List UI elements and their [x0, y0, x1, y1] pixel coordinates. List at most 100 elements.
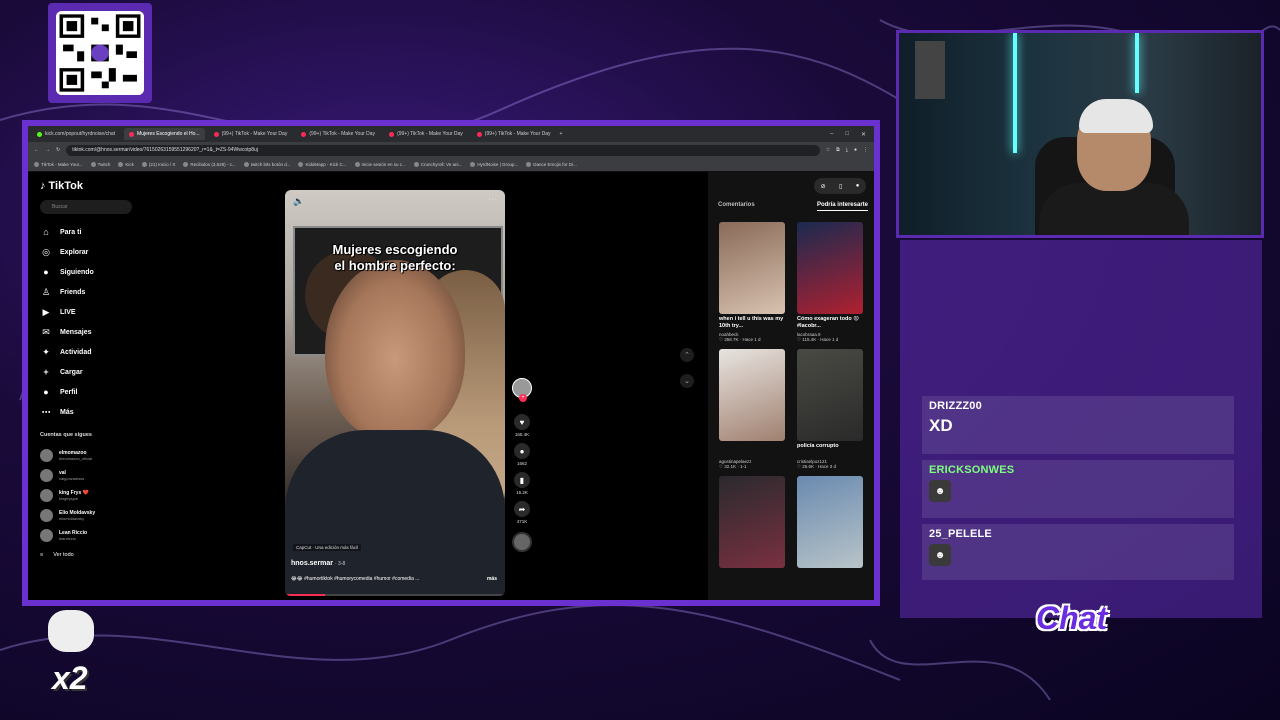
nav-item-9[interactable]: ⋯ Más: [40, 402, 94, 422]
see-all-link[interactable]: ≡ Ver todo: [40, 552, 74, 558]
nav-item-2[interactable]: ● Siguiendo: [40, 262, 94, 282]
video-author[interactable]: hnos.sermar · 3-8: [291, 560, 345, 567]
following-account[interactable]: val valgonzalesss: [40, 465, 95, 485]
account-icon[interactable]: ●: [856, 183, 860, 189]
bookmark-item[interactable]: twitch bits botón d...: [243, 162, 290, 167]
tab-tiktok-2[interactable]: (99+) TikTok - Make Your Day: [296, 128, 380, 140]
recommended-video-card[interactable]: Cómo exageran todo 😡 #lacobr... lacobraaa…: [797, 222, 867, 343]
url-field[interactable]: tiktok.com/@hnos.sermar/video/7615026315…: [66, 144, 820, 156]
recommended-video-card[interactable]: [797, 476, 867, 568]
tab-tiktok-3[interactable]: (99+) TikTok - Make Your Day: [384, 128, 468, 140]
following-account[interactable]: elmomazoo elmomazoo_oficial: [40, 445, 95, 465]
reload-icon[interactable]: ↻: [56, 147, 60, 153]
chevron-down-icon[interactable]: ⌄: [680, 374, 694, 388]
video-thumbnail[interactable]: [797, 349, 863, 441]
extensions-icon[interactable]: ⧉: [836, 147, 840, 153]
streamer-cap: [1079, 99, 1153, 133]
recommended-video-card[interactable]: policía corrupto cristianlpoz121 ♡ 26.6K ·…: [797, 349, 867, 470]
video-thumbnail[interactable]: [719, 476, 785, 568]
nav-item-3[interactable]: ♙ Friends: [40, 282, 94, 302]
save-action[interactable]: ▮ 15.2K: [514, 472, 530, 495]
video-thumbnail[interactable]: [797, 476, 863, 568]
nav-item-1[interactable]: ◎ Explorar: [40, 242, 94, 262]
tiktok-sidebar: ♪ TikTok Buscar ⌂ Para ti ◎ Explorar ● Siguien…: [36, 172, 136, 600]
recommended-video-card[interactable]: [719, 476, 789, 568]
avatar: [40, 528, 53, 542]
bookmark-item[interactable]: Kick: [118, 162, 134, 167]
video-thumbnail[interactable]: [719, 222, 785, 314]
tab-tiktok-4[interactable]: (99+) TikTok - Make Your Day: [472, 128, 556, 140]
share-action[interactable]: ➦ 471K: [514, 501, 530, 524]
like-action[interactable]: ♥ 165.4K: [514, 414, 530, 437]
bookmark-item[interactable]: Recibidos (3,628) - c...: [183, 162, 236, 167]
recommended-video-card[interactable]: agustinapelaezz ♡ 32.1K · 1-1: [719, 349, 789, 470]
video-thumbnail[interactable]: [797, 222, 863, 314]
minimize-icon[interactable]: –: [830, 131, 833, 138]
maximize-icon[interactable]: □: [845, 131, 849, 138]
close-icon[interactable]: ✕: [861, 131, 866, 138]
nav-item-4[interactable]: ▶ LIVE: [40, 302, 94, 322]
qr-code-panel: [48, 3, 152, 103]
nav-item-7[interactable]: + Cargar: [40, 362, 94, 382]
recommended-video-card[interactable]: when i tell u this was my 10th try... noa…: [719, 222, 789, 343]
following-account[interactable]: king Frys ❤️ kingfrysjoe: [40, 485, 95, 505]
star-icon[interactable]: ☆: [826, 147, 830, 153]
chevron-up-icon[interactable]: ⌃: [680, 348, 694, 362]
bookmark-item[interactable]: Kiddetapp - Kick C...: [298, 162, 347, 167]
bookmark-item[interactable]: HyrdNoise | Group...: [470, 162, 518, 167]
nav-item-0[interactable]: ⌂ Para ti: [40, 222, 94, 242]
comment-icon: ●: [514, 443, 530, 459]
video-nav-arrows: ⌃ ⌄: [680, 348, 694, 388]
tab-bar: kick.com/popout/hyrdnoise/chat Mujeres E…: [28, 126, 874, 142]
following-account[interactable]: Lean Riccio leanriccio: [40, 525, 95, 545]
chat-text: XD: [929, 416, 953, 435]
nav-item-6[interactable]: ✦ Actividad: [40, 342, 94, 362]
download-icon[interactable]: ⤓: [846, 147, 848, 153]
capcut-badge[interactable]: CapCut · Una edición más fácil: [293, 544, 362, 551]
bookmark-item[interactable]: (21) Inicio / X: [141, 162, 175, 167]
pip-icon[interactable]: ⊘: [821, 183, 826, 190]
wall-poster: [915, 41, 945, 99]
share-icon: ➦: [514, 501, 530, 517]
comment-action[interactable]: ● 1662: [514, 443, 530, 466]
tab-kick-chat[interactable]: kick.com/popout/hyrdnoise/chat: [32, 128, 120, 140]
phone-icon[interactable]: ▯: [839, 183, 842, 190]
qr-code-icon: [56, 11, 144, 95]
nav-item-8[interactable]: ● Perfil: [40, 382, 94, 402]
description-more-link[interactable]: más: [487, 576, 497, 582]
new-tab-icon[interactable]: +: [560, 131, 563, 137]
right-tabs: Comentarios Podría interesarte: [718, 202, 868, 211]
more-options-icon[interactable]: ⋯: [488, 194, 497, 205]
forward-icon[interactable]: →: [45, 147, 50, 153]
tab-comentarios[interactable]: Comentarios: [718, 202, 755, 211]
tab-tiktok-1[interactable]: (99+) TikTok - Make Your Day: [209, 128, 293, 140]
right-panel: ⊘ ▯ ● Comentarios Podría interesarte whe…: [708, 172, 874, 600]
tiktok-logo[interactable]: ♪ TikTok: [40, 180, 83, 192]
bookmark-item[interactable]: TikTok - Make Your...: [34, 162, 83, 167]
video-thumbnail[interactable]: [719, 349, 785, 441]
bookmark-item[interactable]: Inicie sesión en su c...: [354, 162, 406, 167]
search-input[interactable]: Buscar: [40, 200, 132, 214]
bookmark-favicon-icon: [118, 162, 124, 167]
bookmark-item[interactable]: Twitch: [90, 162, 110, 167]
profile-icon[interactable]: ●: [854, 147, 857, 153]
back-icon[interactable]: ←: [34, 147, 39, 153]
nav-item-5[interactable]: ✉ Mensajes: [40, 322, 94, 342]
anime-character-icon: [48, 610, 94, 652]
follow-plus-icon[interactable]: +: [519, 394, 527, 402]
tab-tiktok-video[interactable]: Mujeres Escogiendo el Ho...: [124, 128, 205, 140]
bookmark-item[interactable]: Dance Emojis for Di...: [526, 162, 577, 167]
menu-icon[interactable]: ⋮: [863, 147, 868, 153]
video-player[interactable]: Mujeres escogiendo el hombre perfecto: 🔈…: [285, 190, 505, 596]
bookmark-item[interactable]: Crunchyroll: Ve ani...: [413, 162, 462, 167]
window-controls: – □ ✕: [830, 131, 874, 138]
author-avatar[interactable]: +: [512, 378, 532, 402]
video-progress-bar[interactable]: [285, 594, 505, 596]
tab-podria-interesarte[interactable]: Podría interesarte: [816, 202, 868, 211]
chat-username: DRIZZZ00: [929, 400, 982, 412]
following-account[interactable]: Elio Moldavsky eiiomoldavsky: [40, 505, 95, 525]
neon-light: [1135, 33, 1139, 93]
music-disc-icon[interactable]: [512, 532, 532, 552]
bookmark-favicon-icon: [141, 162, 147, 167]
volume-icon[interactable]: 🔈: [293, 196, 304, 207]
